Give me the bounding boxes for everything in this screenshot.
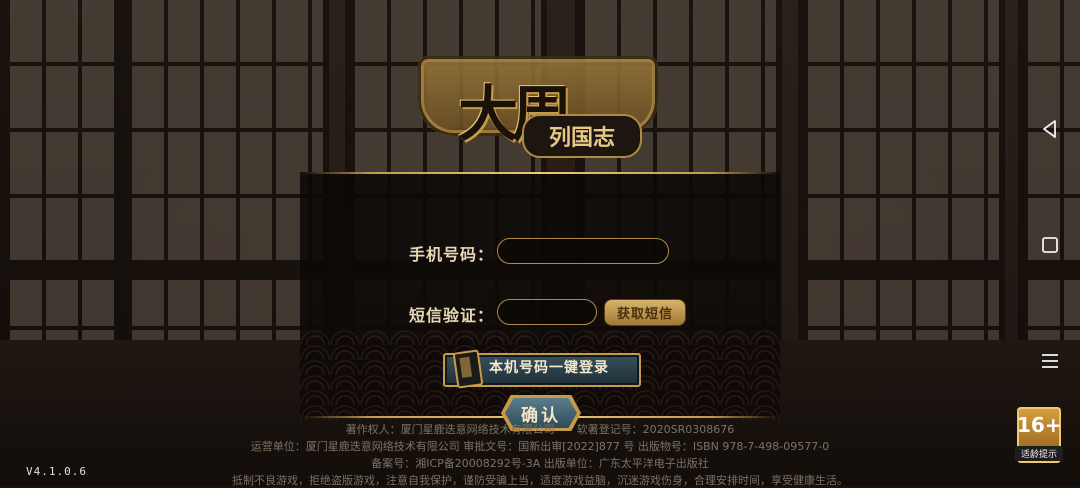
sms-label: 短信验证： <box>409 306 495 325</box>
one-click-login-button[interactable]: 本机号码一键登录 <box>443 349 641 389</box>
phone-icon <box>452 349 484 389</box>
lattice-panel-right <box>1018 0 1080 340</box>
age-rating-number: 16+ <box>1017 413 1062 437</box>
one-click-login-label: 本机号码一键登录 <box>489 360 609 376</box>
home-icon[interactable] <box>1038 233 1062 257</box>
lattice-panel-2 <box>122 0 329 340</box>
game-logo: 大周 列国志 <box>418 52 658 160</box>
legal-operator: 运营单位：厦门星鹿迭意网络技术有限公司 审批文号：国新出审[2022]877 号… <box>250 440 830 453</box>
lattice-panel-left <box>0 0 122 340</box>
get-sms-button[interactable]: 获取短信 <box>604 299 686 326</box>
top-gold-divider <box>300 172 780 174</box>
phone-input[interactable] <box>497 238 669 264</box>
age-rating-tip: 适龄提示 <box>1015 446 1063 461</box>
legal-copyright: 著作权人：厦门星鹿迭意网络技术有限公司 软著登记号：2020SR0308676 <box>345 423 735 436</box>
phone-label: 手机号码： <box>409 245 495 264</box>
version-label: V4.1.0.6 <box>26 465 87 478</box>
lattice-panel-5 <box>798 0 1005 340</box>
sms-code-input[interactable] <box>497 299 597 325</box>
age-rating-badge[interactable]: 16+ 适龄提示 <box>1015 407 1063 463</box>
back-icon[interactable] <box>1038 117 1062 141</box>
menu-icon[interactable] <box>1038 349 1062 373</box>
logo-subtitle: 列国志 <box>522 114 642 158</box>
legal-record: 备案号：湘ICP备20008292号-3A 出版单位：广东太平洋电子出版社 <box>371 457 709 470</box>
